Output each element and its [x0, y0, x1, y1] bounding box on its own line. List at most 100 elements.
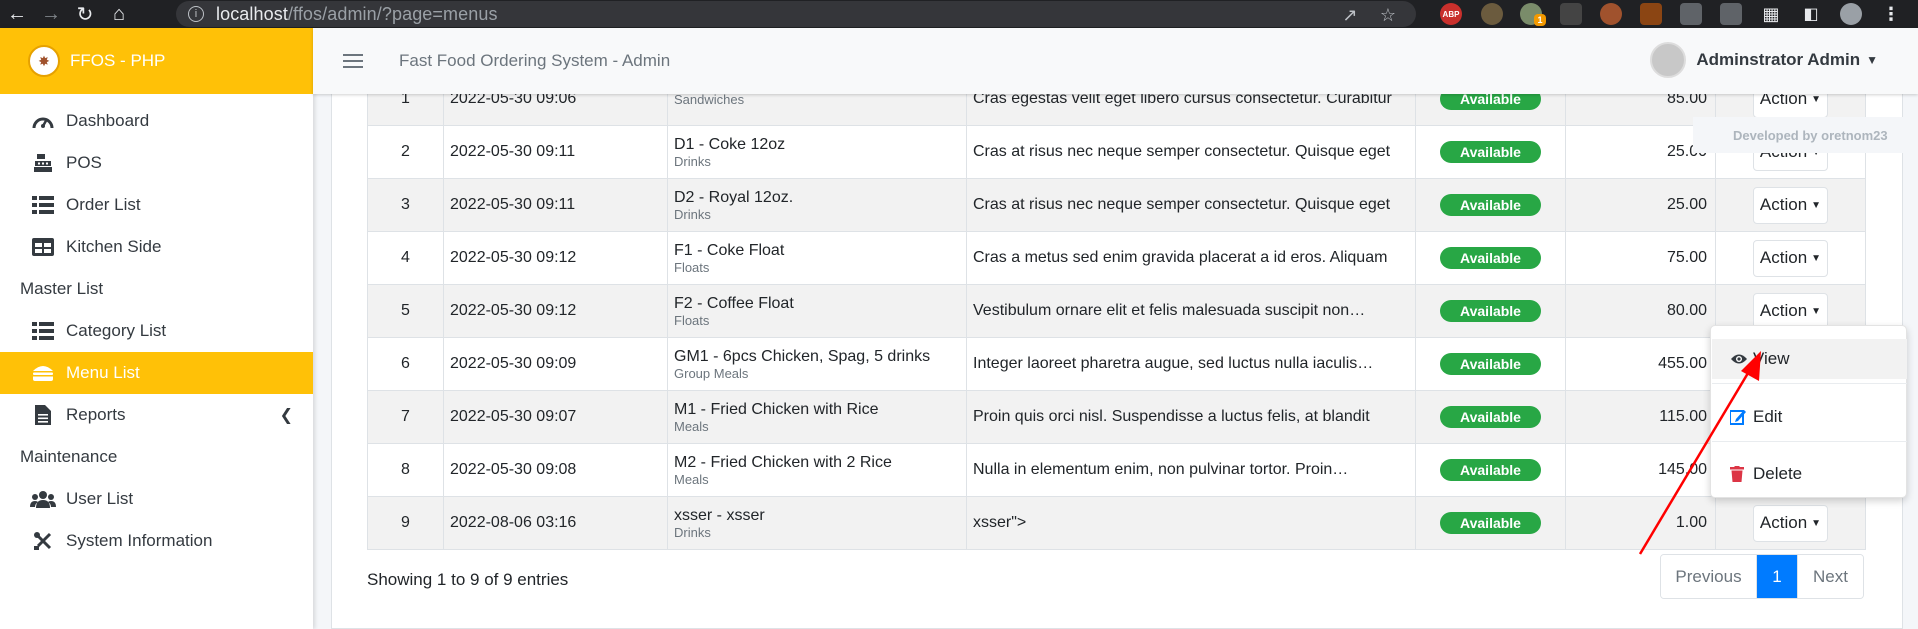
- menu-category: Meals: [674, 418, 709, 434]
- sidebar-item-dashboard[interactable]: Dashboard: [0, 100, 313, 142]
- dashboard-icon: [30, 110, 56, 132]
- action-dropdown-button[interactable]: Action▼: [1752, 504, 1829, 542]
- home-icon[interactable]: ⌂: [102, 0, 136, 28]
- action-dropdown-button[interactable]: Action▼: [1752, 292, 1829, 330]
- user-menu[interactable]: Adminstrator Admin ▼: [1650, 42, 1878, 78]
- status-badge: Available: [1440, 141, 1541, 163]
- bookmark-star-icon[interactable]: ☆: [1376, 3, 1400, 27]
- sidebar-item-label: Category List: [66, 321, 167, 340]
- row-number: 2: [367, 125, 444, 179]
- menu-category: Meals: [674, 471, 709, 487]
- avatar: [1650, 42, 1687, 78]
- menu-description: Cras at risus nec neque semper consectet…: [973, 143, 1391, 160]
- share-icon[interactable]: ↗: [1338, 3, 1362, 27]
- extension-icon[interactable]: [1720, 3, 1742, 25]
- action-cell: Action▼: [1715, 231, 1866, 285]
- status-badge: Available: [1440, 194, 1541, 216]
- description-cell: Cras at risus nec neque semper consectet…: [966, 178, 1416, 232]
- chevron-left-icon: ❮: [279, 407, 293, 424]
- page-1-button[interactable]: 1: [1757, 555, 1797, 598]
- menu-cell: M2 - Fried Chicken with 2 Rice Meals: [667, 443, 967, 497]
- menu-description: Proin quis orci nisl. Suspendisse a luct…: [973, 408, 1370, 425]
- date-created: 2022-05-30 09:12: [443, 284, 668, 338]
- action-dropdown-button[interactable]: Action▼: [1752, 239, 1829, 277]
- next-page-button[interactable]: Next: [1797, 555, 1863, 598]
- menu-category: Drinks: [674, 524, 711, 540]
- description-cell: Vestibulum ornare elit et felis malesuad…: [966, 284, 1416, 338]
- sidebar-item-kitchen-side[interactable]: Kitchen Side: [0, 226, 313, 268]
- table-icon: [30, 236, 56, 258]
- previous-page-button[interactable]: Previous: [1661, 555, 1757, 598]
- list-icon: [30, 194, 56, 216]
- menu-category: Drinks: [674, 153, 711, 169]
- date-created: 2022-05-30 09:11: [443, 178, 668, 232]
- url-text: localhost/ffos/admin/?page=menus: [216, 3, 498, 24]
- action-dropdown-button[interactable]: Action▼: [1752, 186, 1829, 224]
- sidebar-item-system-information[interactable]: System Information: [0, 520, 313, 562]
- row-number: 8: [367, 443, 444, 497]
- price: 145.00: [1565, 443, 1716, 497]
- page-title: Fast Food Ordering System - Admin: [399, 51, 671, 70]
- sidepanel-icon[interactable]: ◧: [1800, 3, 1822, 25]
- file-icon: [30, 404, 56, 426]
- forward-icon[interactable]: →: [34, 0, 68, 28]
- reload-icon[interactable]: ↻: [68, 0, 102, 28]
- divider: [1712, 383, 1907, 384]
- pagination: Previous 1 Next: [1660, 554, 1864, 599]
- menu-category: Drinks: [674, 206, 711, 222]
- brand-logo: ✸: [28, 45, 60, 77]
- eye-icon: [1730, 353, 1750, 365]
- table-row: 3 2022-05-30 09:11 D2 - Royal 12oz. Drinks C…: [367, 178, 1866, 232]
- users-icon: [30, 488, 56, 510]
- date-created: 2022-05-30 09:08: [443, 443, 668, 497]
- sidebar-item-label: Kitchen Side: [66, 237, 162, 256]
- sidebar-item-menu-list[interactable]: Menu List: [0, 352, 313, 394]
- sidebar-item-reports[interactable]: Reports ❮: [0, 394, 313, 436]
- description-cell: Nulla in elementum enim, non pulvinar to…: [966, 443, 1416, 497]
- row-number: 6: [367, 337, 444, 391]
- delete-menu-item[interactable]: Delete: [1712, 454, 1907, 494]
- caret-down-icon: ▼: [1811, 252, 1822, 264]
- description-cell: Integer laoreet pharetra augue, sed luct…: [966, 337, 1416, 391]
- caret-down-icon: ▼: [1811, 305, 1822, 317]
- site-info-icon[interactable]: i: [188, 6, 204, 22]
- status-cell: Available: [1415, 231, 1566, 285]
- address-bar[interactable]: i localhost/ffos/admin/?page=menus ↗ ☆: [176, 1, 1416, 27]
- menu-description: Nulla in elementum enim, non pulvinar to…: [973, 461, 1349, 478]
- caret-down-icon: ▼: [1866, 53, 1878, 67]
- caret-down-icon: ▼: [1811, 199, 1822, 211]
- view-menu-item[interactable]: View: [1712, 339, 1907, 379]
- status-cell: Available: [1415, 125, 1566, 179]
- date-created: 2022-05-30 09:07: [443, 390, 668, 444]
- brand[interactable]: ✸ FFOS - PHP: [0, 28, 313, 94]
- sidebar-item-user-list[interactable]: User List: [0, 478, 313, 520]
- price: 1.00: [1565, 496, 1716, 550]
- adblock-extension-icon[interactable]: ABP: [1440, 3, 1462, 25]
- profile-avatar-icon[interactable]: [1840, 3, 1862, 25]
- description-cell: Proin quis orci nisl. Suspendisse a luct…: [966, 390, 1416, 444]
- sidebar-item-order-list[interactable]: Order List: [0, 184, 313, 226]
- description-cell: Cras a metus sed enim gravida placerat a…: [966, 231, 1416, 285]
- extension-icon[interactable]: [1640, 3, 1662, 25]
- extension-icon[interactable]: [1481, 3, 1503, 25]
- extension-icon[interactable]: [1560, 3, 1582, 25]
- back-icon[interactable]: ←: [0, 0, 34, 28]
- menu-toggle-icon[interactable]: [343, 54, 363, 68]
- menu-name: xsser - xsser: [674, 506, 765, 524]
- edit-menu-item[interactable]: Edit: [1712, 397, 1907, 437]
- sidebar-item-pos[interactable]: POS: [0, 142, 313, 184]
- sidebar-item-label: Reports: [66, 405, 126, 424]
- sidebar-item-category-list[interactable]: Category List: [0, 310, 313, 352]
- row-number: 7: [367, 390, 444, 444]
- extensions-puzzle-icon[interactable]: ▦: [1760, 3, 1782, 25]
- menu-name: GM1 - 6pcs Chicken, Spag, 5 drinks: [674, 347, 931, 365]
- extension-icon[interactable]: [1680, 3, 1702, 25]
- price: 25.00: [1565, 178, 1716, 232]
- cookie-extension-icon[interactable]: [1600, 3, 1622, 25]
- price: 115.00: [1565, 390, 1716, 444]
- description-cell: Cras at risus nec neque semper consectet…: [966, 125, 1416, 179]
- row-number: 4: [367, 231, 444, 285]
- table-row: 8 2022-05-30 09:08 M2 - Fried Chicken with…: [367, 443, 1866, 497]
- browser-menu-icon[interactable]: ⋮: [1880, 3, 1902, 25]
- menu-name: M1 - Fried Chicken with Rice: [674, 400, 879, 418]
